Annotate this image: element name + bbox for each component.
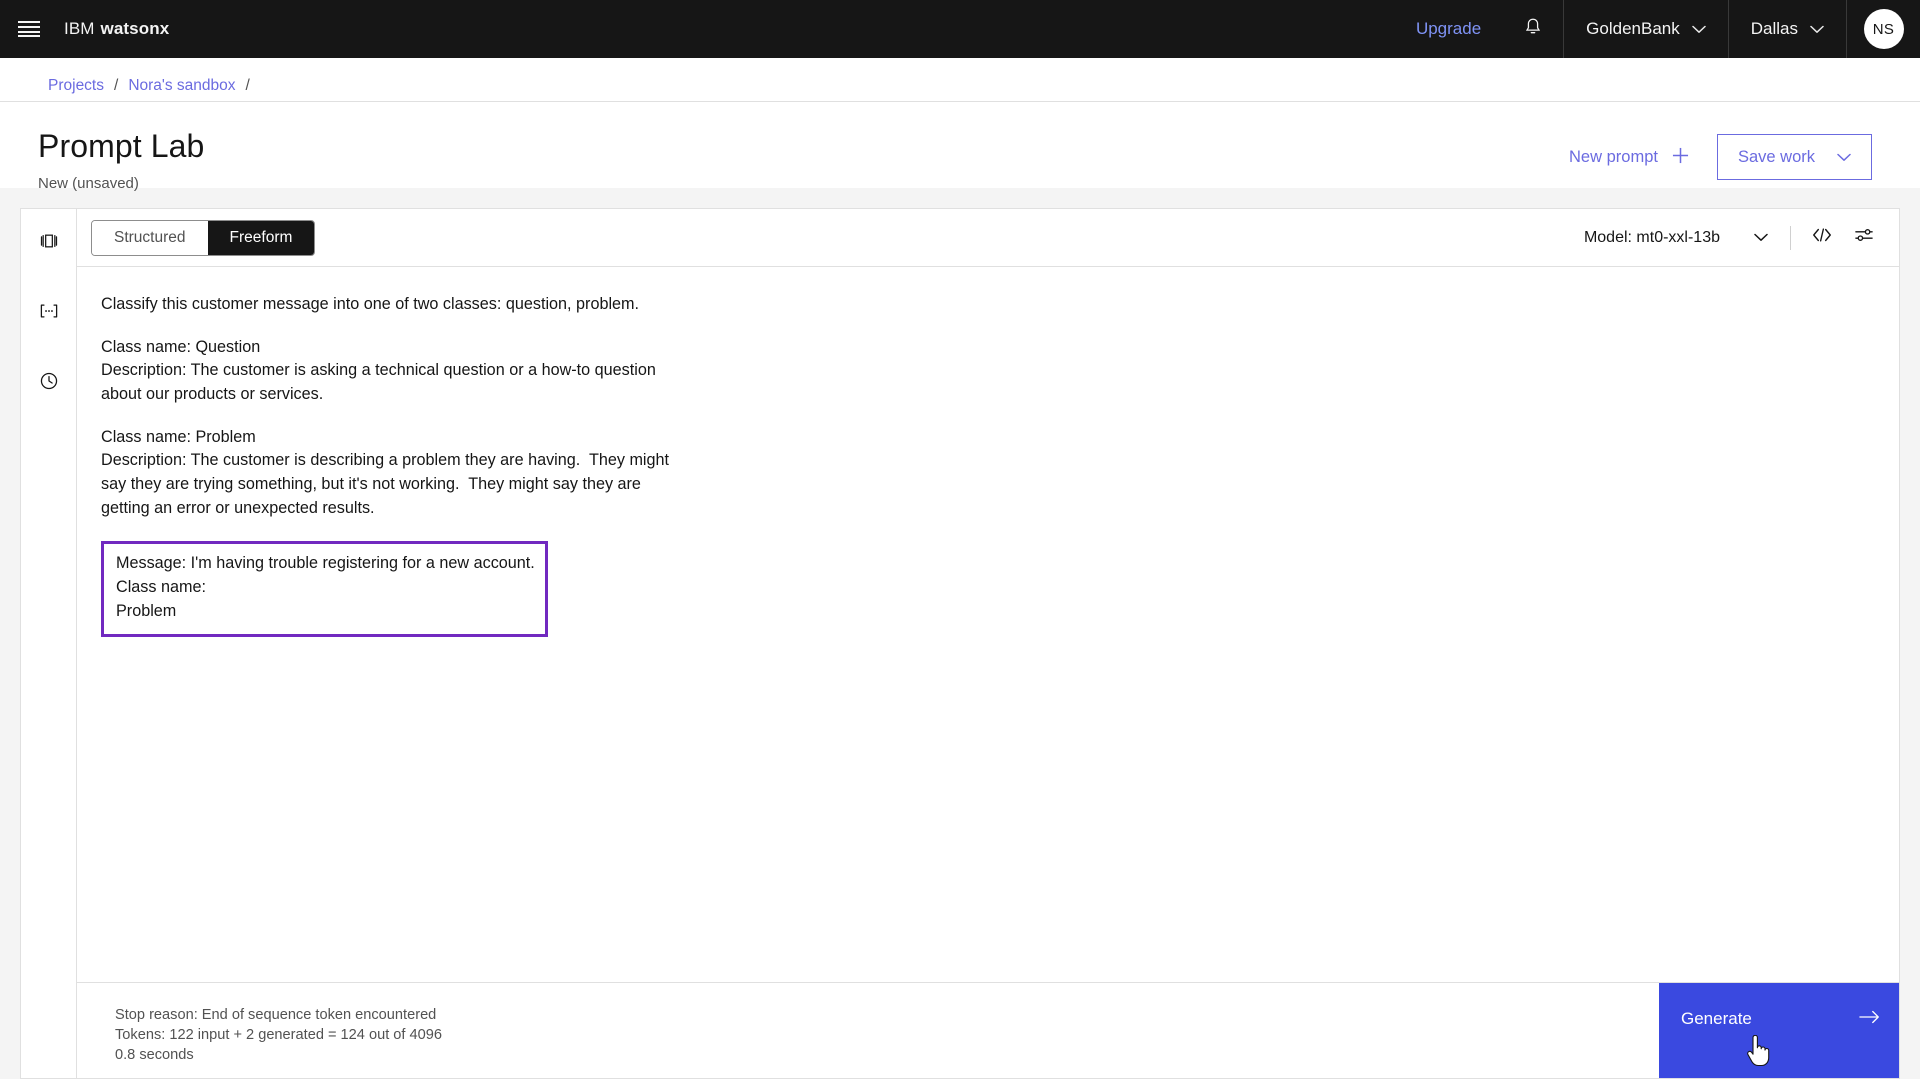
hamburger-icon — [18, 21, 40, 37]
stop-reason-text: Stop reason: End of sequence token encou… — [115, 1007, 437, 1023]
breadcrumb-item-sandbox[interactable]: Nora's sandbox — [128, 77, 235, 95]
upgrade-link[interactable]: Upgrade — [1394, 0, 1503, 58]
avatar: NS — [1863, 9, 1904, 49]
page-actions: New prompt Save work — [1569, 128, 1872, 180]
rail-item-variables[interactable] — [29, 293, 69, 333]
chevron-down-icon — [1754, 229, 1768, 247]
rail-item-history[interactable] — [29, 363, 69, 403]
account-label: GoldenBank — [1586, 19, 1680, 38]
plus-icon — [1672, 147, 1689, 168]
prompt-panel: Structured Freeform Model: mt0-xxl-13b C… — [20, 208, 1900, 1079]
prompt-paragraph: Classify this customer message into one … — [101, 295, 640, 313]
chevron-down-icon — [1810, 19, 1824, 39]
model-label: Model: mt0-xxl-13b — [1583, 228, 1720, 246]
mode-toggle: Structured Freeform — [91, 219, 316, 256]
generated-output-block: Message: I'm having trouble registering … — [101, 541, 548, 638]
breadcrumb-item-projects[interactable]: Projects — [48, 77, 104, 95]
left-rail — [21, 209, 77, 1078]
save-work-button[interactable]: Save work — [1716, 134, 1872, 180]
prompt-toolbar: Structured Freeform Model: mt0-xxl-13b — [77, 209, 1899, 267]
save-work-label: Save work — [1737, 147, 1815, 166]
breadcrumb-separator: / — [114, 76, 119, 94]
tab-freeform[interactable]: Freeform — [207, 220, 315, 255]
brand-logo[interactable]: IBM watsonx — [58, 0, 169, 58]
chevron-down-icon — [1837, 148, 1851, 167]
sliders-icon — [1853, 226, 1875, 249]
prompt-footer: Stop reason: End of sequence token encou… — [77, 982, 1899, 1078]
arrow-right-icon — [1859, 1009, 1881, 1030]
mouse-cursor — [1747, 1034, 1773, 1072]
duration-text: 0.8 seconds — [115, 1047, 194, 1064]
breadcrumb-separator: / — [245, 76, 250, 94]
region-selector[interactable]: Dallas — [1727, 0, 1846, 58]
tab-structured[interactable]: Structured — [92, 220, 208, 255]
generate-label: Generate — [1681, 1009, 1752, 1028]
prompt-text-editor[interactable]: Classify this customer message into one … — [77, 267, 1899, 982]
account-selector[interactable]: GoldenBank — [1563, 0, 1728, 58]
page-subtitle: New (unsaved) — [38, 174, 139, 192]
hamburger-menu-button[interactable] — [0, 0, 58, 58]
toolbar-divider — [1790, 225, 1791, 250]
panel-main: Structured Freeform Model: mt0-xxl-13b C… — [77, 209, 1899, 1078]
page-header: Prompt Lab New (unsaved) New prompt Save… — [0, 102, 1920, 192]
workspace: Structured Freeform Model: mt0-xxl-13b C… — [0, 188, 1920, 1079]
chevron-down-icon — [1692, 19, 1706, 39]
user-menu-button[interactable]: NS — [1846, 0, 1920, 58]
prompt-paragraph: Class name: Problem Description: The cus… — [101, 427, 670, 517]
code-brackets-icon — [1811, 227, 1833, 248]
token-count-text: Tokens: 122 input + 2 generated = 124 ou… — [115, 1027, 442, 1044]
breadcrumb: Projects / Nora's sandbox / — [0, 70, 1920, 102]
new-prompt-button[interactable]: New prompt — [1569, 147, 1689, 168]
header-spacer — [169, 0, 1394, 58]
page-title: Prompt Lab — [38, 128, 205, 164]
generation-status: Stop reason: End of sequence token encou… — [77, 983, 1659, 1078]
new-prompt-label: New prompt — [1569, 147, 1658, 166]
brand-prefix: IBM — [64, 19, 95, 38]
view-code-button[interactable] — [1801, 217, 1843, 259]
model-parameters-button[interactable] — [1843, 217, 1885, 259]
brand-name: watsonx — [100, 19, 170, 38]
global-header: IBM watsonx Upgrade GoldenBank Dallas NS — [0, 0, 1920, 58]
prompt-panel-icon — [39, 232, 59, 255]
variables-icon — [38, 302, 60, 325]
title-block: Prompt Lab New (unsaved) — [38, 128, 1569, 192]
bell-icon — [1522, 16, 1544, 43]
prompt-paragraph: Class name: Question Description: The cu… — [101, 337, 656, 403]
rail-item-prompt-panel[interactable] — [29, 223, 69, 263]
upgrade-label: Upgrade — [1415, 19, 1482, 38]
region-label: Dallas — [1750, 19, 1798, 38]
model-selector[interactable]: Model: mt0-xxl-13b — [1572, 229, 1780, 247]
history-clock-icon — [39, 371, 59, 396]
notifications-button[interactable] — [1503, 0, 1563, 58]
generate-button[interactable]: Generate — [1659, 983, 1899, 1078]
